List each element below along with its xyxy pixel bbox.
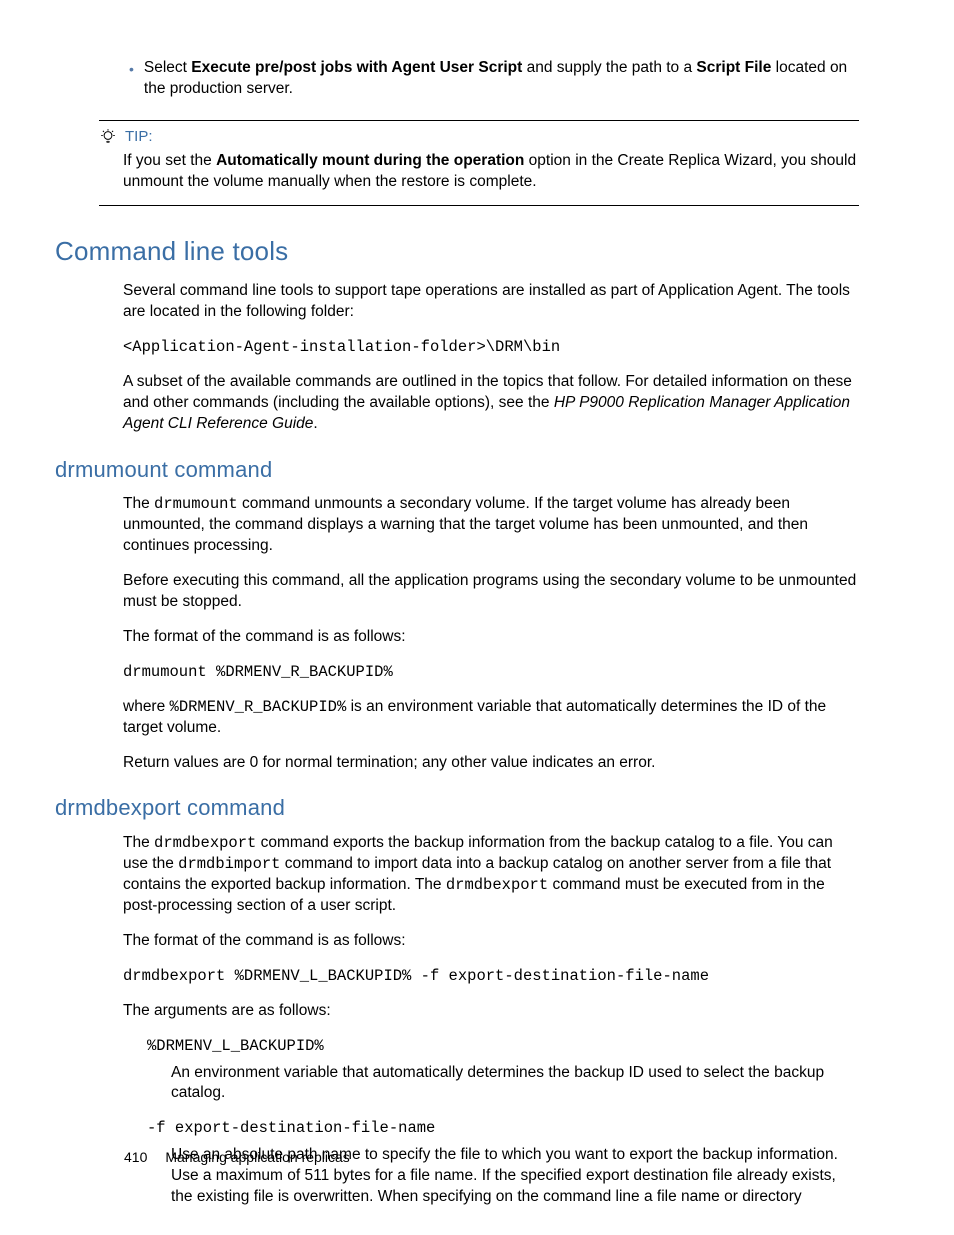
code-inline: drmdbexport	[154, 834, 256, 852]
paragraph: Several command line tools to support ta…	[123, 281, 859, 323]
paragraph: The format of the command is as follows:	[123, 931, 859, 952]
page-container: • Select Execute pre/post jobs with Agen…	[0, 0, 954, 1208]
paragraph: Before executing this command, all the a…	[123, 571, 859, 613]
bold-text: Script File	[696, 59, 771, 76]
code-inline: drmumount	[154, 495, 238, 513]
arg-label: -f export-destination-file-name	[147, 1119, 435, 1137]
bullet-item: • Select Execute pre/post jobs with Agen…	[123, 58, 859, 100]
arg-label: %DRMENV_L_BACKUPID%	[147, 1037, 324, 1055]
paragraph: A subset of the available commands are o…	[123, 372, 859, 435]
tip-body: If you set the Automatically mount durin…	[123, 151, 859, 193]
chapter-title: Managing application replicas	[165, 1148, 349, 1167]
section-body: The drmumount command unmounts a seconda…	[123, 494, 859, 773]
bold-text: Execute pre/post jobs with Agent User Sc…	[191, 59, 522, 76]
paragraph: The format of the command is as follows:	[123, 627, 859, 648]
paragraph: Return values are 0 for normal terminati…	[123, 753, 859, 774]
bold-text: Automatically mount during the operation	[216, 152, 524, 169]
bullet-marker: •	[123, 58, 144, 100]
code-path: <Application-Agent-installation-folder>\…	[123, 338, 560, 356]
text: Select	[144, 59, 191, 76]
paragraph: The arguments are as follows:	[123, 1001, 859, 1022]
code-line: drmumount %DRMENV_R_BACKUPID%	[123, 663, 393, 681]
tip-block: TIP: If you set the Automatically mount …	[99, 127, 859, 193]
text: The	[123, 834, 154, 851]
text: If you set the	[123, 152, 216, 169]
bullet-text: Select Execute pre/post jobs with Agent …	[144, 58, 859, 100]
page-footer: 410 Managing application replicas	[124, 1148, 350, 1167]
section-heading-drmumount: drmumount command	[55, 455, 859, 485]
page-number: 410	[124, 1148, 147, 1167]
section-heading-command-line-tools: Command line tools	[55, 234, 859, 269]
text: .	[313, 415, 317, 432]
argument-block: %DRMENV_L_BACKUPID% An environment varia…	[147, 1036, 859, 1208]
tip-divider-bottom	[99, 205, 859, 206]
text: The	[123, 495, 154, 512]
paragraph: where %DRMENV_R_BACKUPID% is an environm…	[123, 697, 859, 739]
code-line: drmdbexport %DRMENV_L_BACKUPID% -f expor…	[123, 967, 709, 985]
paragraph: The drmdbexport command exports the back…	[123, 833, 859, 917]
section-heading-drmdbexport: drmdbexport command	[55, 793, 859, 823]
code-inline: drmdbimport	[178, 855, 280, 873]
section-body: The drmdbexport command exports the back…	[123, 833, 859, 1021]
arg-description: An environment variable that automatical…	[171, 1063, 859, 1105]
tip-label: TIP:	[125, 127, 153, 147]
code-inline: %DRMENV_R_BACKUPID%	[170, 698, 347, 716]
code-inline: drmdbexport	[446, 876, 548, 894]
text: where	[123, 698, 170, 715]
tip-divider-top	[99, 120, 859, 121]
section-body: Several command line tools to support ta…	[123, 281, 859, 435]
lightbulb-icon	[99, 128, 117, 146]
tip-header: TIP:	[99, 127, 859, 147]
paragraph: The drmumount command unmounts a seconda…	[123, 494, 859, 557]
text: and supply the path to a	[522, 59, 696, 76]
